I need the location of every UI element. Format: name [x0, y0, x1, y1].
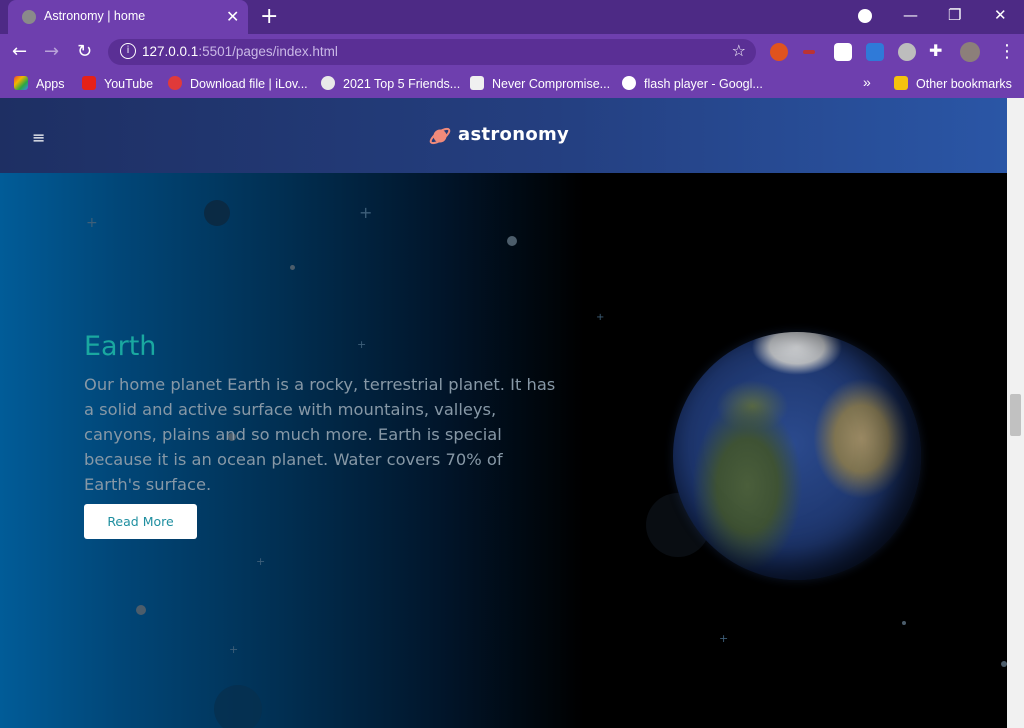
star-decoration: + — [86, 215, 98, 231]
profile-menu-icon[interactable] — [858, 9, 872, 23]
minimize-button[interactable]: — — [903, 6, 918, 24]
dot-decoration — [214, 685, 262, 728]
star-decoration: + — [719, 632, 729, 645]
bookmark-other[interactable]: Other bookmarks — [894, 76, 1012, 91]
bookmark-label: YouTube — [104, 77, 154, 91]
read-more-button[interactable]: Read More — [84, 504, 197, 539]
star-decoration: + — [359, 203, 373, 222]
bookmark-label: Apps — [36, 77, 65, 91]
apps-grid-icon — [14, 76, 28, 90]
extension-infinity-icon[interactable] — [770, 43, 788, 61]
bookmark-star-icon[interactable]: ☆ — [732, 41, 746, 60]
url-host: 127.0.0.1 — [142, 44, 199, 59]
dot-decoration — [204, 200, 230, 226]
scrollbar-thumb[interactable] — [1010, 394, 1021, 436]
bookmark-label: 2021 Top 5 Friends... — [343, 77, 461, 91]
star-decoration: + — [596, 312, 605, 323]
shield-icon — [470, 76, 484, 90]
hero-section: + + + + + + + Earth Our home planet Eart… — [0, 173, 1007, 728]
avatar[interactable] — [960, 42, 980, 62]
site-header: ≡ astronomy — [0, 98, 1007, 173]
browser-toolbar: ← → ↻ i 127.0.0.1:5501/pages/index.html … — [0, 34, 1024, 70]
site-info-icon[interactable]: i — [120, 43, 136, 59]
folder-icon — [894, 76, 908, 90]
extension-equals-icon[interactable] — [803, 50, 815, 54]
globe-icon — [321, 76, 335, 90]
extension-screen-icon[interactable] — [866, 43, 884, 61]
star-decoration: + — [357, 338, 367, 351]
bookmarks-bar: Apps YouTube Download file | iLov... 202… — [0, 70, 1024, 98]
forward-icon[interactable]: → — [44, 41, 59, 62]
google-icon — [622, 76, 636, 90]
dot-decoration — [136, 605, 146, 615]
bookmark-flash-player[interactable]: flash player - Googl... — [622, 76, 763, 91]
bookmark-label: Never Compromise... — [492, 77, 611, 91]
browser-tab-bar: Astronomy | home ✕ + — ❐ ✕ — [0, 0, 1024, 34]
dot-decoration — [507, 236, 517, 246]
bookmark-youtube[interactable]: YouTube — [82, 76, 153, 91]
restore-button[interactable]: ❐ — [948, 6, 961, 24]
bookmark-never-compromise[interactable]: Never Compromise... — [470, 76, 610, 91]
bookmark-ilovepdf[interactable]: Download file | iLov... — [168, 76, 308, 91]
close-window-button[interactable]: ✕ — [994, 6, 1007, 24]
bookmark-label: Download file | iLov... — [190, 77, 308, 91]
url-text: 127.0.0.1:5501/pages/index.html — [142, 44, 338, 59]
bookmark-label: Other bookmarks — [916, 77, 1012, 91]
dot-decoration — [290, 265, 295, 270]
bookmark-top5[interactable]: 2021 Top 5 Friends... — [321, 76, 460, 91]
youtube-icon — [82, 76, 96, 90]
extensions-puzzle-icon[interactable]: ✚ — [929, 41, 942, 60]
earth-image — [673, 332, 921, 580]
hamburger-menu-icon[interactable]: ≡ — [32, 128, 45, 147]
hero-title: Earth — [84, 331, 157, 362]
heart-icon — [168, 76, 182, 90]
menu-kebab-icon[interactable]: ⋮ — [998, 41, 1016, 62]
page-viewport: ≡ astronomy + + + + + + + Earth Our home… — [0, 98, 1007, 728]
new-tab-button[interactable]: + — [260, 4, 278, 29]
url-path: :5501/pages/index.html — [198, 44, 338, 59]
close-tab-icon[interactable]: ✕ — [226, 7, 239, 26]
back-icon[interactable]: ← — [12, 41, 27, 62]
reload-icon[interactable]: ↻ — [77, 41, 92, 62]
extension-cloud-icon[interactable] — [834, 43, 852, 61]
star-decoration: + — [256, 555, 266, 568]
bookmark-apps[interactable]: Apps — [14, 76, 65, 91]
dot-decoration — [902, 621, 906, 625]
browser-tab[interactable]: Astronomy | home ✕ — [8, 0, 248, 34]
bookmark-label: flash player - Googl... — [644, 77, 763, 91]
tab-title: Astronomy | home — [44, 9, 146, 23]
tab-favicon-icon — [22, 10, 36, 24]
extension-globe-icon[interactable] — [898, 43, 916, 61]
bookmarks-overflow-button[interactable]: » — [863, 74, 871, 90]
address-bar[interactable]: i 127.0.0.1:5501/pages/index.html ☆ — [108, 39, 756, 65]
star-decoration: + — [229, 643, 239, 656]
site-logo-text[interactable]: astronomy — [458, 124, 569, 145]
hero-description: Our home planet Earth is a rocky, terres… — [84, 375, 556, 494]
planet-logo-icon — [429, 127, 451, 145]
